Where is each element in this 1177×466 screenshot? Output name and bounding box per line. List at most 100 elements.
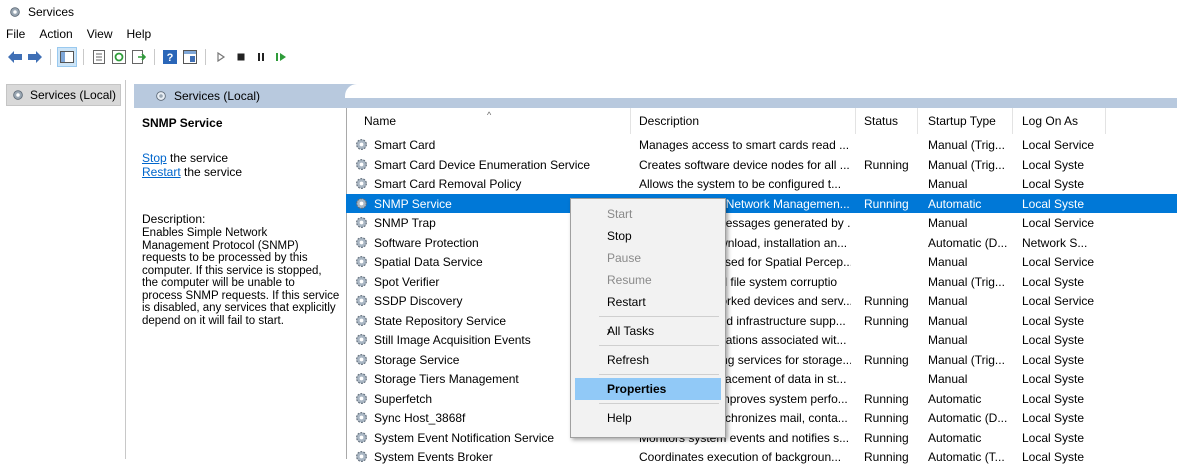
menu-view[interactable]: View [80, 27, 120, 41]
context-menu-item-pause[interactable]: Pause [575, 247, 721, 269]
context-menu-item-resume[interactable]: Resume [575, 269, 721, 291]
context-menu-item-start[interactable]: Start [575, 203, 721, 225]
cell-logon: Local Syste [1022, 177, 1085, 191]
service-row[interactable]: System Events Broker Coordinates executio… [346, 447, 1177, 466]
service-gear-icon [356, 139, 367, 150]
stop-service-icon[interactable] [232, 48, 250, 66]
column-header-description[interactable]: Description [639, 114, 699, 128]
column-header-status[interactable]: Status [864, 114, 898, 128]
stop-service-link[interactable]: Stop [142, 151, 167, 165]
cell-startup: Automatic (D... [928, 411, 1008, 425]
menu-bar: File Action View Help [0, 24, 158, 44]
pause-service-icon[interactable] [252, 48, 270, 66]
menu-action[interactable]: Action [32, 27, 79, 41]
service-gear-icon [356, 275, 367, 287]
cell-logon: Local Syste [1022, 274, 1085, 289]
description-line: Enables Simple Network [142, 227, 268, 239]
service-row[interactable]: Spot Verifier Verifies potential file sys… [346, 272, 1177, 291]
cell-status: Running [864, 391, 909, 406]
cell-status: Running [864, 196, 909, 211]
show-hide-console-tree-icon[interactable] [57, 47, 77, 67]
context-menu-item-properties[interactable]: Properties [575, 378, 721, 400]
service-row[interactable]: Sync Host_3868f This service synchronizes… [346, 408, 1177, 427]
cell-logon: Network S... [1022, 235, 1088, 250]
tree-item-services-local[interactable]: Services (Local) [6, 84, 122, 106]
service-row[interactable]: System Event Notification Service Monitor… [346, 428, 1177, 447]
cell-startup: Manual (Trig... [928, 274, 1005, 289]
cell-startup: Manual [928, 255, 968, 269]
column-divider[interactable] [1105, 108, 1106, 134]
service-gear-icon [356, 412, 367, 423]
service-row[interactable]: Spatial Data Service This service is used… [346, 252, 1177, 271]
menu-file[interactable]: File [0, 27, 32, 41]
service-row[interactable]: Smart Card Manages access to smart cards … [346, 135, 1177, 154]
cell-startup: Automatic [928, 196, 982, 211]
column-divider[interactable] [917, 108, 918, 134]
cell-logon: Local Syste [1022, 196, 1085, 211]
stop-link-line: Stop the service [142, 151, 228, 165]
service-gear-icon [356, 314, 367, 326]
column-divider[interactable] [1012, 108, 1013, 134]
context-menu-separator [599, 374, 719, 375]
restart-link-line: Restart the service [142, 165, 242, 179]
service-row-selected[interactable]: SNMP Service Enables Simple Network Manag… [346, 193, 1177, 213]
column-divider[interactable] [855, 108, 856, 134]
service-row[interactable]: Storage Tiers Management Optimizes the pl… [346, 369, 1177, 388]
restart-service-link[interactable]: Restart [142, 165, 181, 179]
column-header-name[interactable]: Name [364, 114, 396, 128]
column-divider[interactable] [630, 108, 631, 134]
restart-service-icon[interactable] [272, 48, 290, 66]
description-view-icon[interactable] [181, 48, 199, 66]
service-gear-icon [356, 392, 367, 404]
description-line: depend on it will fail to start. [142, 314, 284, 327]
properties-icon[interactable] [90, 48, 108, 66]
start-service-icon[interactable] [212, 48, 230, 66]
cell-logon: Local Syste [1022, 430, 1085, 445]
context-menu-item-label: Properties [607, 382, 667, 396]
cell-startup: Manual [928, 372, 968, 386]
export-list-icon[interactable] [130, 48, 148, 66]
sort-ascending-icon: ^ [487, 110, 492, 120]
service-gear-icon [356, 158, 367, 170]
description-line: computer. If this service is stopped, [142, 264, 322, 277]
service-row[interactable]: Smart Card Removal Policy Allows the syst… [346, 174, 1177, 193]
help-icon[interactable]: ? [161, 48, 179, 66]
cell-startup: Automatic (D... [928, 235, 1008, 250]
context-menu-item-stop[interactable]: Stop [575, 225, 721, 247]
cell-name: Smart Card [374, 138, 436, 152]
forward-icon[interactable] [26, 48, 44, 66]
menu-help[interactable]: Help [120, 27, 159, 41]
cell-startup: Manual [928, 313, 968, 328]
cell-status: Running [864, 450, 909, 464]
service-row[interactable]: Storage Service Provides enabling service… [346, 350, 1177, 369]
cell-startup: Automatic [928, 391, 982, 406]
description-line: is disabled, any services that explicitl… [142, 302, 336, 314]
column-header-log-on-as[interactable]: Log On As [1022, 114, 1078, 128]
service-row[interactable]: State Repository Service Provides require… [346, 311, 1177, 330]
service-row[interactable]: Still Image Acquisition Events Launches a… [346, 330, 1177, 349]
context-menu-item-restart[interactable]: Restart [575, 291, 721, 313]
toolbar-separator [154, 49, 155, 65]
context-menu-item-label: Resume [607, 273, 652, 287]
context-menu-separator [599, 345, 719, 346]
context-menu-item-refresh[interactable]: Refresh [575, 349, 721, 371]
context-menu-item-help[interactable]: Help [575, 407, 721, 429]
back-icon[interactable] [6, 48, 24, 66]
cell-logon: Local Syste [1022, 352, 1085, 367]
service-gear-icon [356, 373, 367, 384]
service-gear-icon [356, 334, 367, 345]
service-row[interactable]: SSDP Discovery Discovers networked device… [346, 291, 1177, 310]
refresh-icon[interactable] [110, 48, 128, 66]
cell-name: Smart Card Device Enumeration Service [374, 157, 591, 172]
cell-status: Running [864, 430, 909, 445]
context-menu-item-all-tasks[interactable]: All Tasks › [575, 320, 721, 342]
toolbar-separator [205, 49, 206, 65]
service-gear-icon [356, 451, 367, 462]
service-row[interactable]: Software Protection Enables the download,… [346, 233, 1177, 252]
column-header-startup-type[interactable]: Startup Type [928, 114, 996, 128]
cell-logon: Local Syste [1022, 157, 1085, 172]
service-row[interactable]: Smart Card Device Enumeration Service Cre… [346, 155, 1177, 174]
service-row[interactable]: SNMP Trap Receives trap messages generate… [346, 213, 1177, 232]
context-menu-item-label: Refresh [607, 353, 650, 367]
service-row[interactable]: Superfetch Maintains and improves system … [346, 389, 1177, 408]
